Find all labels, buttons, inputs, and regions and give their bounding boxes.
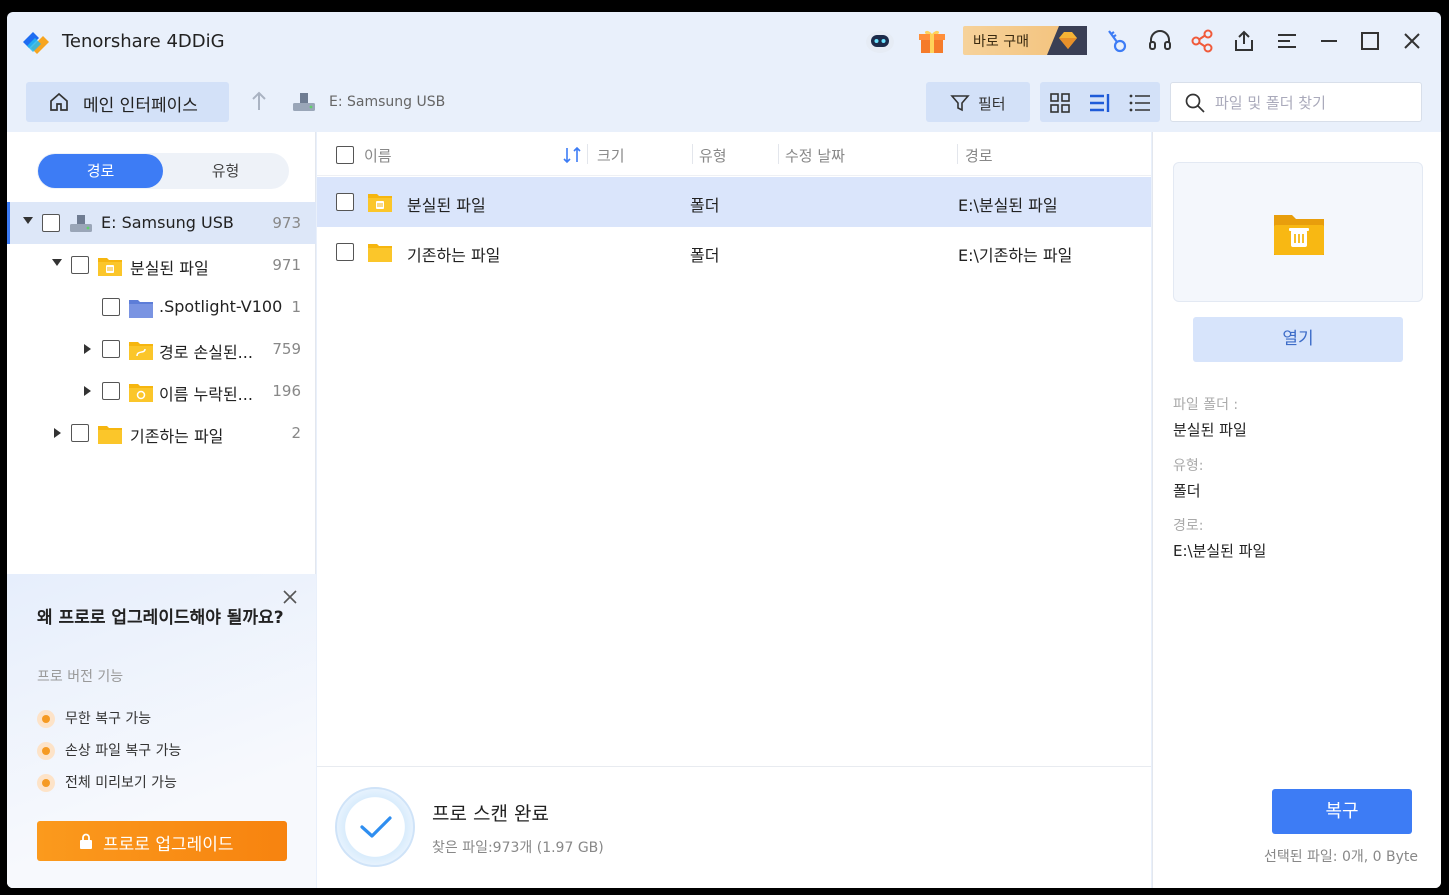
- checkbox[interactable]: [336, 243, 354, 261]
- expand-icon[interactable]: [54, 428, 61, 438]
- type-value: 폴더: [1173, 482, 1201, 500]
- tree-item-name-lost[interactable]: 이름 누락된... 196: [7, 370, 316, 412]
- eye-icon: [37, 774, 55, 792]
- key-icon[interactable]: [1100, 24, 1134, 58]
- checkbox[interactable]: [71, 256, 89, 274]
- promo-subtitle: 프로 버전 기능: [37, 669, 124, 685]
- table-row[interactable]: 분실된 파일 폴더 E:\분실된 파일: [317, 177, 1151, 227]
- sort-icon[interactable]: [562, 146, 584, 164]
- expand-icon[interactable]: [84, 344, 91, 354]
- diamond-gem-icon: [1059, 32, 1077, 49]
- lock-icon: [80, 833, 92, 849]
- minimize-icon[interactable]: [1312, 24, 1346, 58]
- expand-icon[interactable]: [84, 386, 91, 396]
- collapse-icon[interactable]: [23, 217, 33, 224]
- scan-complete-icon: [335, 787, 415, 867]
- checkbox[interactable]: [42, 214, 60, 232]
- table-header: 이름 크기 유형 수정 날짜 경로: [317, 132, 1151, 176]
- wrench-icon: [37, 742, 55, 760]
- grid-view-icon[interactable]: [1049, 92, 1071, 114]
- column-path[interactable]: 경로: [965, 145, 993, 166]
- search-box[interactable]: [1170, 82, 1422, 122]
- app-title: Tenorshare 4DDiG: [62, 31, 225, 52]
- tree-item-drive[interactable]: E: Samsung USB 973: [7, 202, 316, 244]
- view-mode-group: [1040, 82, 1160, 122]
- upgrade-button[interactable]: 프로로 업그레이드: [37, 821, 287, 861]
- recover-button[interactable]: 복구: [1272, 789, 1412, 834]
- promo-title: 왜 프로로 업그레이드해야 될까요?: [37, 608, 284, 628]
- path-label: 경로:: [1173, 518, 1204, 534]
- left-panel: 경로 유형 E: Samsung USB 973 분실된 파일 971 .Spo…: [7, 132, 316, 888]
- blue-folder-icon: [129, 300, 153, 318]
- robot-assistant-icon[interactable]: [863, 24, 897, 58]
- gift-icon[interactable]: [915, 24, 949, 58]
- filter-icon: [950, 95, 970, 112]
- select-all-checkbox[interactable]: [336, 146, 354, 164]
- lost-folder-icon: [368, 194, 392, 212]
- lost-folder-icon: [1274, 215, 1324, 255]
- tab-type[interactable]: 유형: [163, 154, 288, 188]
- lost-folder-icon: [98, 258, 122, 276]
- column-name[interactable]: 이름: [364, 145, 392, 166]
- checkbox[interactable]: [102, 340, 120, 358]
- open-button[interactable]: 열기: [1193, 317, 1403, 362]
- breadcrumb[interactable]: E: Samsung USB: [329, 94, 445, 110]
- title-bar: Tenorshare 4DDiG 바로 구매: [7, 12, 1441, 70]
- tree-item-path-lost[interactable]: 경로 손실된... 759: [7, 328, 316, 370]
- tree-item-existing-files[interactable]: 기존하는 파일 2: [7, 412, 316, 454]
- folder-icon: [368, 244, 392, 262]
- headset-icon[interactable]: [1143, 24, 1177, 58]
- table-row[interactable]: 기존하는 파일 폴더 E:\기존하는 파일: [317, 227, 1151, 277]
- usb-drive-icon: [293, 93, 315, 111]
- infinity-icon: [37, 710, 55, 728]
- column-modified[interactable]: 수정 날짜: [785, 145, 845, 166]
- column-size[interactable]: 크기: [597, 145, 625, 166]
- tree-item-lost-files[interactable]: 분실된 파일 971: [7, 244, 316, 286]
- path-lost-folder-icon: [129, 342, 153, 360]
- app-window: Tenorshare 4DDiG 바로 구매 메인 인터페이스 E: Samsu…: [7, 12, 1441, 888]
- checkbox[interactable]: [102, 298, 120, 316]
- folder-value: 분실된 파일: [1173, 421, 1247, 439]
- 4ddig-logo-icon: [23, 32, 49, 54]
- feature-item: 무한 복구 가능: [37, 708, 151, 728]
- status-footer: 프로 스캔 완료 찾은 파일:973개 (1.97 GB): [317, 766, 1151, 888]
- search-icon: [1185, 93, 1205, 113]
- selected-info: 선택된 파일: 0개, 0 Byte: [1263, 849, 1418, 865]
- feature-item: 전체 미리보기 가능: [37, 772, 177, 792]
- buy-now-button[interactable]: 바로 구매: [963, 26, 1087, 55]
- name-lost-folder-icon: [129, 384, 153, 402]
- checkbox[interactable]: [102, 382, 120, 400]
- feature-item: 손상 파일 복구 가능: [37, 740, 181, 760]
- maximize-icon[interactable]: [1353, 24, 1387, 58]
- share-icon[interactable]: [1185, 24, 1219, 58]
- details-panel: 열기 파일 폴더 : 분실된 파일 유형: 폴더 경로: E:\분실된 파일 복…: [1152, 132, 1441, 888]
- folder-label: 파일 폴더 :: [1173, 397, 1239, 413]
- search-input[interactable]: [1215, 92, 1411, 114]
- up-arrow-icon[interactable]: [250, 90, 268, 112]
- close-icon[interactable]: [1395, 24, 1429, 58]
- usb-drive-icon: [70, 215, 92, 232]
- path-value: E:\분실된 파일: [1173, 542, 1267, 560]
- checkbox[interactable]: [336, 193, 354, 211]
- tab-path[interactable]: 경로: [38, 154, 163, 188]
- scan-status-title: 프로 스캔 완료: [432, 803, 549, 825]
- column-type[interactable]: 유형: [699, 145, 727, 166]
- file-list-panel: 이름 크기 유형 수정 날짜 경로 분실된 파일 폴더 E:\분실된 파일 기존…: [317, 132, 1151, 888]
- tree-mode-toggle: 경로 유형: [37, 153, 289, 189]
- collapse-icon[interactable]: [52, 259, 62, 266]
- checkbox[interactable]: [71, 424, 89, 442]
- filter-button[interactable]: 필터: [926, 82, 1030, 122]
- preview-box: [1173, 162, 1423, 302]
- folder-icon: [98, 426, 122, 444]
- type-label: 유형:: [1173, 458, 1204, 474]
- tree-item-spotlight[interactable]: .Spotlight-V100 1: [7, 286, 316, 328]
- detail-view-icon[interactable]: [1088, 92, 1112, 114]
- menu-icon[interactable]: [1270, 24, 1304, 58]
- main-interface-button[interactable]: 메인 인터페이스: [26, 82, 229, 122]
- home-icon: [50, 92, 68, 111]
- upgrade-promo: 왜 프로로 업그레이드해야 될까요? 프로 버전 기능 무한 복구 가능 손상 …: [7, 574, 316, 888]
- export-icon[interactable]: [1227, 24, 1261, 58]
- list-view-icon[interactable]: [1128, 92, 1152, 114]
- scan-status-summary: 찾은 파일:973개 (1.97 GB): [432, 840, 604, 856]
